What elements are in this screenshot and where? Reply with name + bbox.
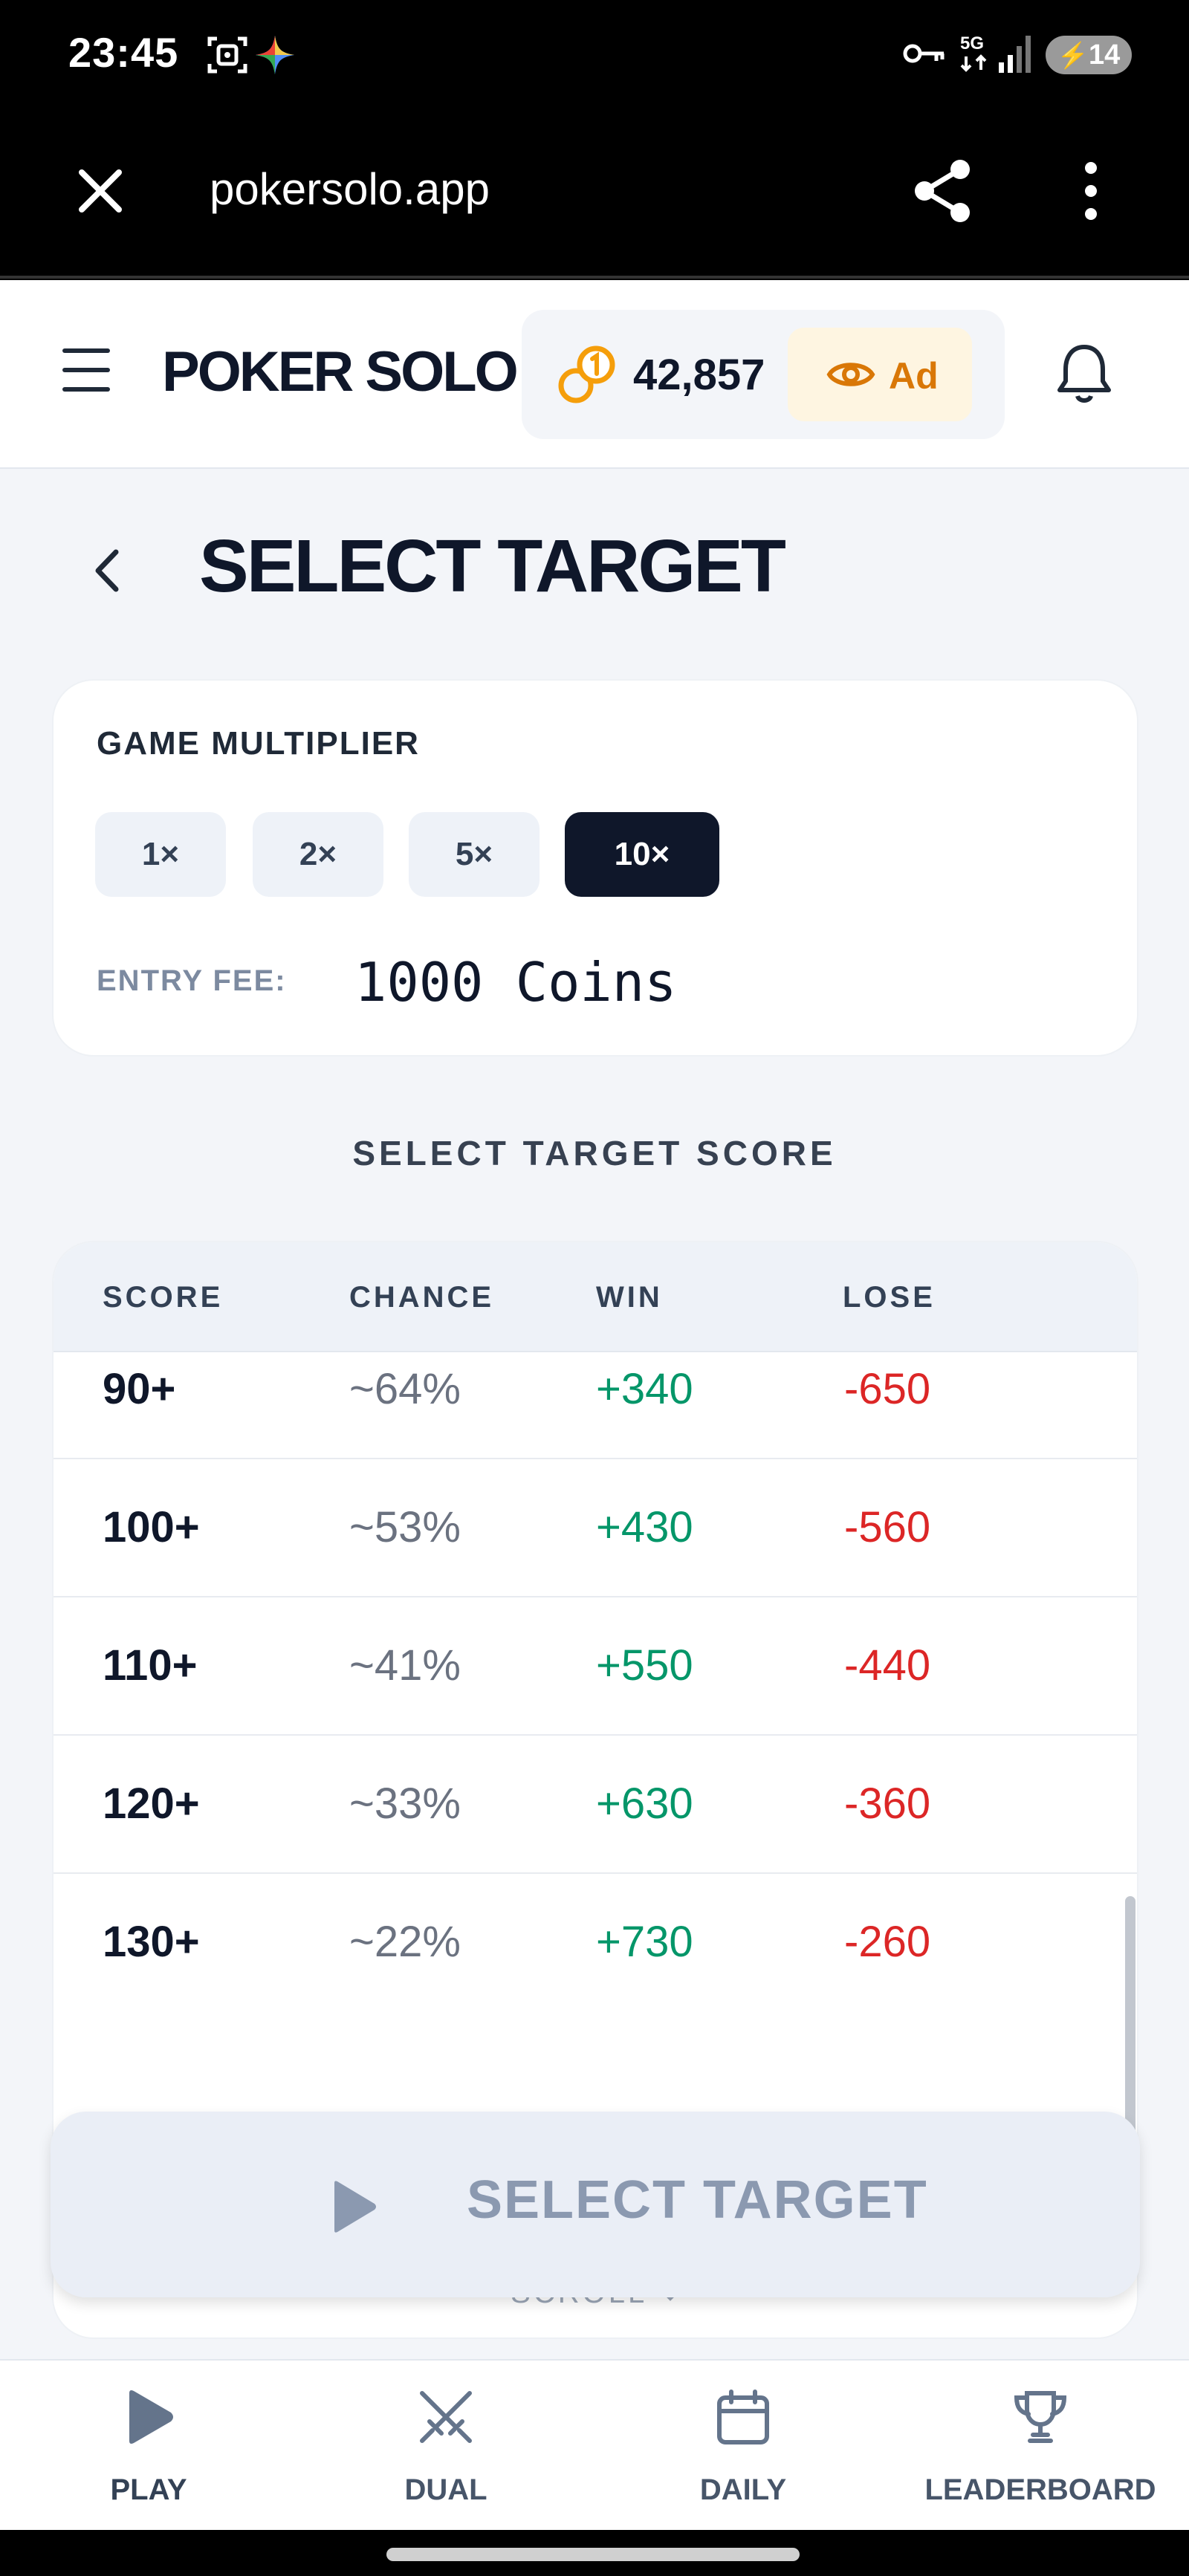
table-row[interactable]: 100+ ~53% +430 -560 [54,1459,1137,1597]
brand-logo[interactable]: POKER SOLO [162,340,519,404]
screenshot-icon [205,33,250,81]
column-header-chance: CHANCE [349,1281,495,1314]
entry-fee-value: 1000 Coins [354,951,677,1013]
multiplier-5x-button[interactable]: 5× [409,812,540,897]
row-lose: -560 [844,1503,931,1551]
watch-ad-button[interactable]: Ad [788,328,972,421]
column-header-lose: LOSE [843,1281,936,1314]
gemini-icon [253,33,297,81]
app-header: POKER SOLO 42,857 Ad [0,280,1189,469]
battery-level: 14 [1089,39,1121,71]
row-win: +430 [596,1503,693,1551]
row-chance: ~33% [349,1779,461,1828]
select-target-button[interactable]: SELECT TARGET [51,2112,1140,2297]
url-text[interactable]: pokersolo.app [210,163,490,215]
entry-fee-label: ENTRY FEE: [97,964,287,997]
close-icon[interactable] [74,165,126,221]
row-lose: -360 [844,1779,931,1828]
table-row[interactable]: 130+ ~22% +730 -260 [54,1874,1137,2012]
trophy-icon [892,2387,1189,2450]
nav-dual-label: DUAL [404,2473,487,2506]
gesture-area [0,2530,1189,2576]
row-score: 120+ [103,1779,200,1828]
row-score: 110+ [103,1641,198,1690]
coin-count: 42,857 [633,351,765,399]
status-time: 23:45 [68,29,179,76]
row-win: +340 [596,1365,693,1413]
page-title: SELECT TARGET [199,525,786,608]
share-icon[interactable] [911,158,973,228]
table-row[interactable]: 120+ ~33% +630 -360 [54,1736,1137,1874]
5g-icon: 5G [959,31,993,80]
multiplier-2x-button[interactable]: 2× [253,812,383,897]
status-bar: 23:45 5G ⚡14 [0,0,1189,111]
row-score: 100+ [103,1503,200,1551]
multiplier-10x-button[interactable]: 10× [565,812,719,897]
nav-dual[interactable]: DUAL [297,2361,594,2531]
ad-label: Ad [889,355,939,397]
table-row[interactable]: 90+ ~64% +340 -650 [54,1352,1137,1459]
play-icon [327,2178,379,2239]
nav-play[interactable]: PLAY [0,2361,297,2531]
eye-icon [826,356,875,397]
coins-icon [555,341,619,412]
row-chance: ~53% [349,1503,461,1551]
calendar-icon [594,2387,892,2450]
row-chance: ~64% [349,1365,461,1413]
more-vert-icon[interactable] [1078,159,1104,227]
coin-balance: 42,857 Ad [522,310,1005,439]
vpn-key-icon [902,39,947,72]
table-body[interactable]: 90+ ~64% +340 -650 100+ ~53% +430 -560 1… [54,1352,1137,2051]
play-icon [0,2387,297,2450]
nav-daily[interactable]: DAILY [594,2361,892,2531]
row-lose: -260 [844,1918,931,1966]
row-chance: ~22% [349,1918,461,1966]
nav-leaderboard-label: LEADERBOARD [924,2473,1156,2506]
row-score: 90+ [103,1365,176,1413]
row-win: +630 [596,1779,693,1828]
menu-icon[interactable] [62,348,110,393]
multiplier-card: GAME MULTIPLIER 1× 2× 5× 10× ENTRY FEE: … [52,679,1138,1057]
bell-icon[interactable] [1054,341,1115,410]
row-win: +730 [596,1918,693,1966]
chevron-left-icon[interactable] [89,545,126,600]
table-header: SCORE CHANCE WIN LOSE [54,1242,1137,1352]
browser-toolbar: pokersolo.app [0,111,1189,279]
page: POKER SOLO 42,857 Ad SELECT TARGET GAME … [0,280,1189,2359]
column-header-win: WIN [596,1281,663,1314]
select-target-label: SELECT TARGET [467,2170,928,2230]
row-win: +550 [596,1641,693,1690]
battery-icon: ⚡14 [1046,36,1132,74]
bottom-nav: PLAY DUAL DAILY LEADERBOARD [0,2359,1189,2530]
nav-leaderboard[interactable]: LEADERBOARD [892,2361,1189,2531]
row-chance: ~41% [349,1641,461,1690]
table-row[interactable]: 110+ ~41% +550 -440 [54,1597,1137,1736]
nav-play-label: PLAY [110,2473,187,2506]
column-header-score: SCORE [103,1281,224,1314]
gesture-bar[interactable] [386,2548,800,2561]
svg-text:5G: 5G [960,33,984,53]
row-lose: -650 [844,1365,931,1413]
nav-daily-label: DAILY [699,2473,787,2506]
section-title: SELECT TARGET SCORE [352,1134,837,1172]
crossed-swords-icon [297,2387,594,2450]
row-score: 130+ [103,1918,200,1966]
signal-icon [997,33,1034,78]
row-lose: -440 [844,1641,931,1690]
multiplier-label: GAME MULTIPLIER [97,725,420,762]
multiplier-1x-button[interactable]: 1× [95,812,226,897]
